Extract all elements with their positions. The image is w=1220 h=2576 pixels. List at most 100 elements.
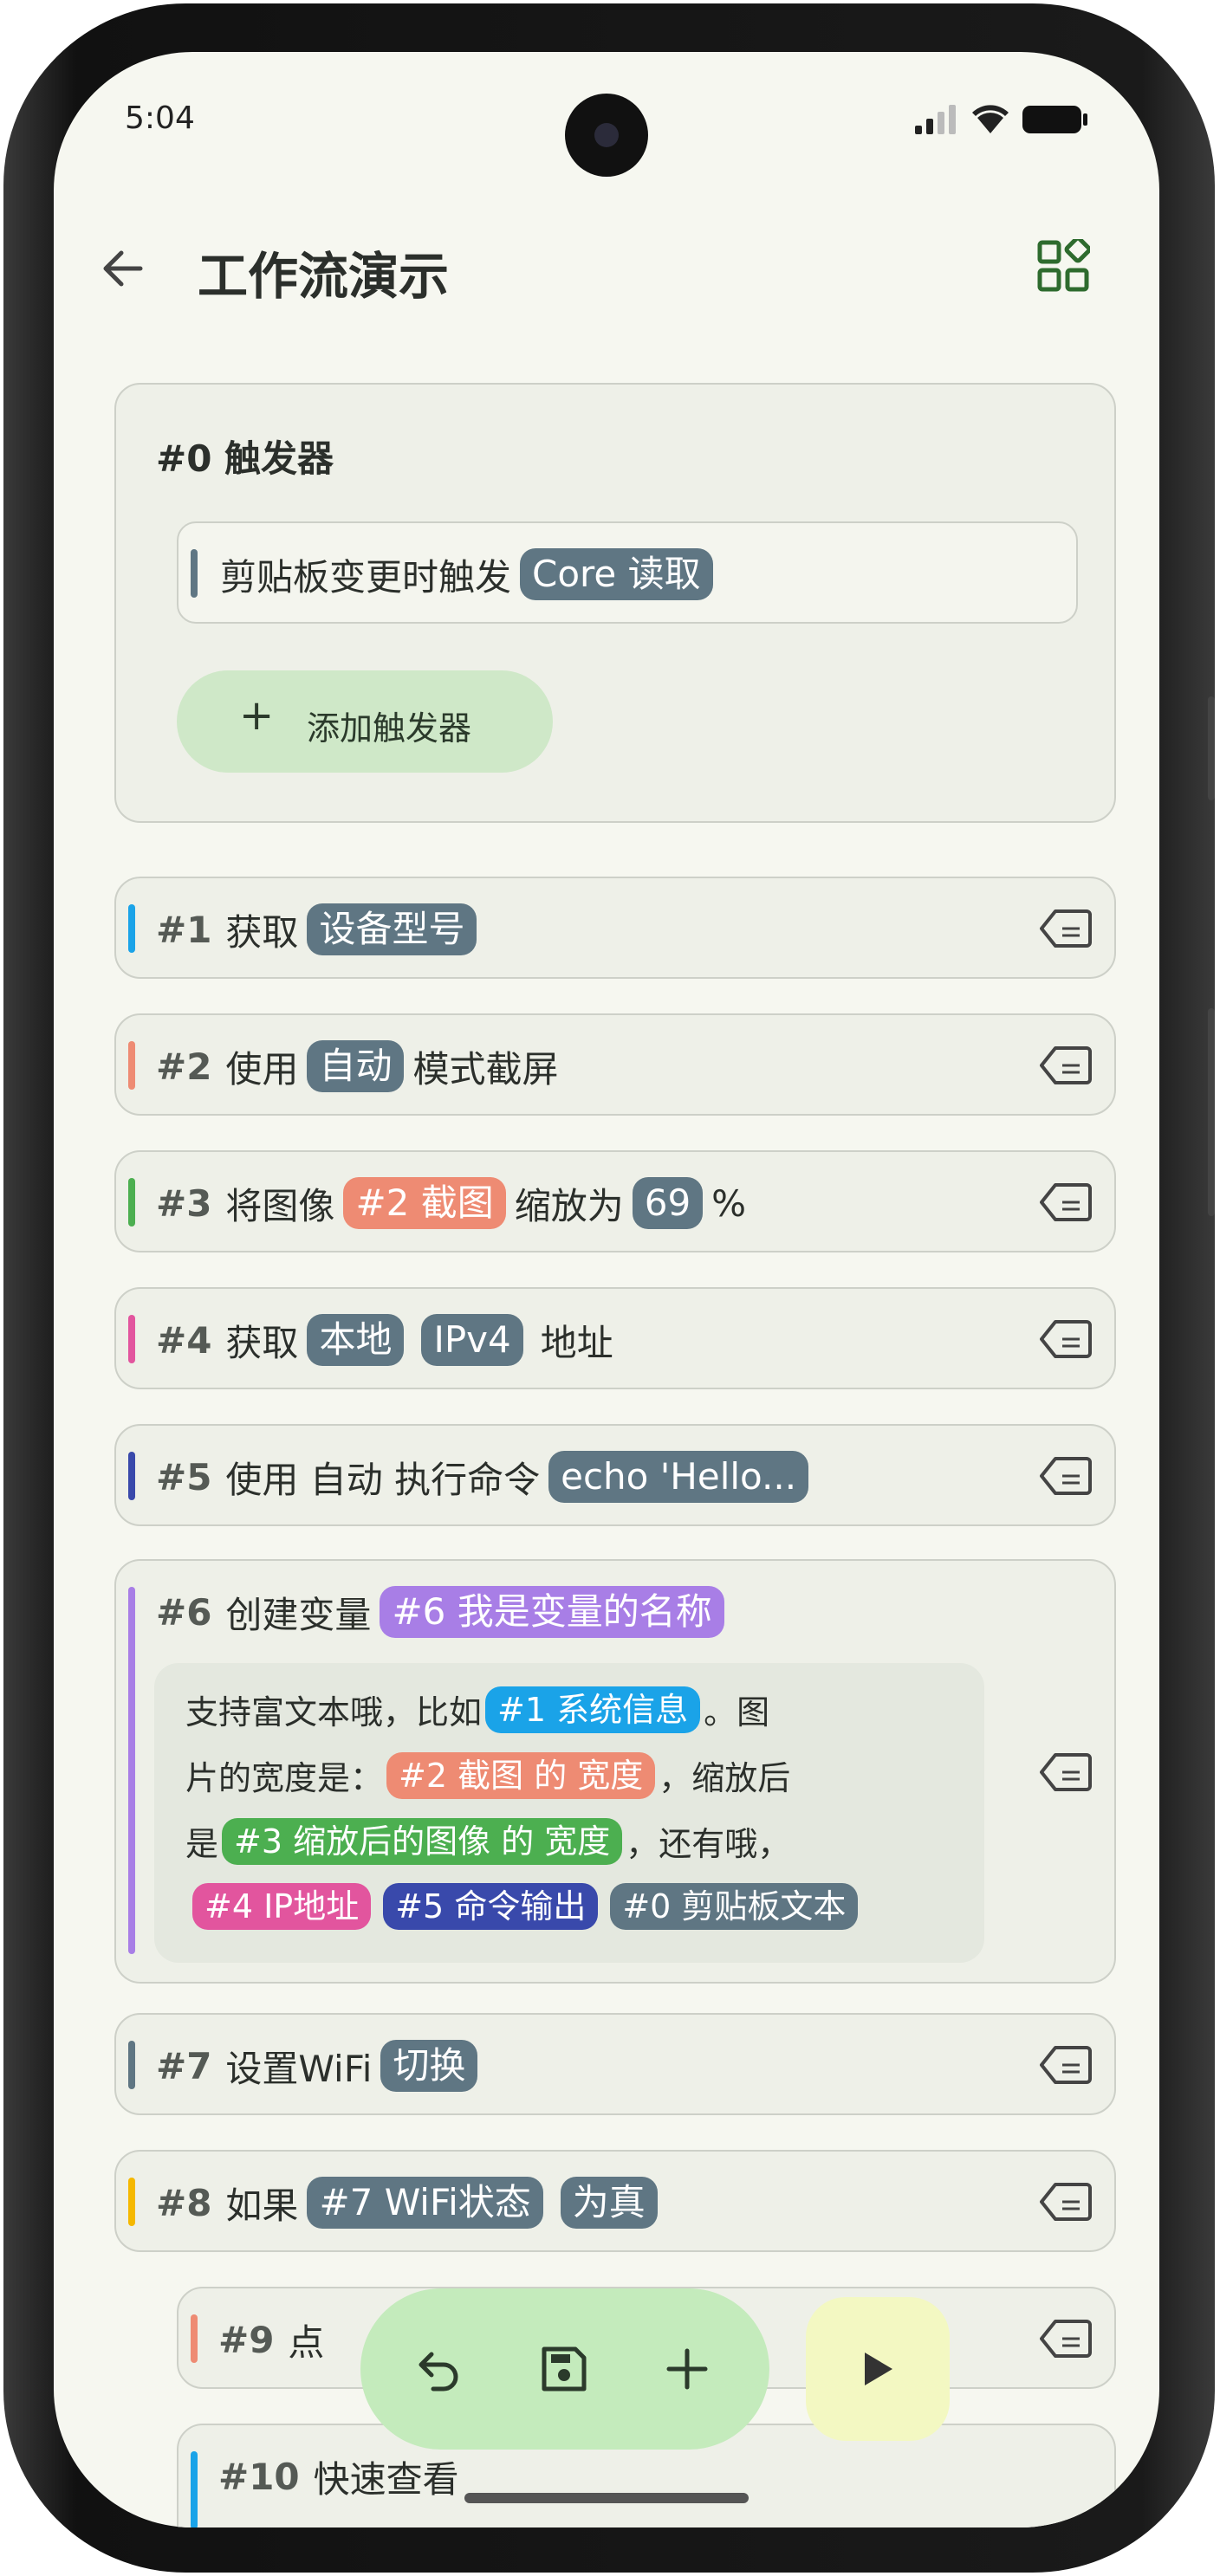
status-time: 5:04 [125, 100, 195, 136]
delete-backspace-icon[interactable] [1040, 1318, 1092, 1360]
step-8[interactable]: #8 如果 #7 WiFi状态 为真 [114, 2150, 1116, 2252]
trigger-header: #0 触发器 [156, 437, 334, 480]
rich-text: 是 [185, 1825, 219, 1863]
rich-chip[interactable]: #0 剪贴板文本 [610, 1883, 859, 1930]
step-color-bar [128, 2041, 135, 2089]
delete-backspace-icon[interactable] [1040, 2181, 1092, 2223]
step-color-bar [191, 2314, 198, 2363]
step-text: 获取 [225, 1321, 299, 1364]
step-number: #3 [156, 1181, 212, 1225]
step-4[interactable]: #4 获取 本地 IPv4 地址 [114, 1287, 1116, 1389]
step-chip[interactable]: #2 截图 [343, 1177, 506, 1229]
step-text: 快速查看 [313, 2457, 459, 2501]
play-icon [865, 2353, 892, 2385]
step-chip[interactable]: 切换 [380, 2040, 478, 2092]
step-color-bar [128, 904, 135, 953]
step-number: #1 [156, 908, 212, 951]
step-2[interactable]: #2 使用 自动 模式截屏 [114, 1013, 1116, 1116]
add-trigger-button[interactable]: + 添加触发器 [177, 670, 553, 773]
rich-text: 片的宽度是： [185, 1759, 384, 1797]
variable-name-chip[interactable]: #6 我是变量的名称 [380, 1586, 724, 1638]
rich-text: 。图 [704, 1693, 770, 1731]
delete-backspace-icon[interactable] [1040, 2044, 1092, 2086]
app-bar: 工作流演示 [54, 217, 1159, 320]
delete-backspace-icon[interactable] [1040, 1181, 1092, 1223]
rich-chip[interactable]: #3 缩放后的图像 的 宽度 [222, 1817, 623, 1865]
step-6[interactable]: #6 创建变量 #6 我是变量的名称 支持富文本哦，比如 #1 系统信息 。图 … [114, 1559, 1116, 1984]
run-button[interactable] [806, 2297, 950, 2441]
plus-icon: + [239, 691, 275, 740]
volume-button [1208, 696, 1215, 800]
wifi-icon [972, 105, 1009, 133]
step-text: 模式截屏 [412, 1047, 559, 1091]
add-trigger-label: 添加触发器 [307, 709, 472, 748]
step-chip[interactable]: #7 WiFi状态 [307, 2177, 543, 2229]
signal-icon [915, 105, 956, 134]
status-icons [915, 104, 1088, 135]
step-text: 如果 [225, 2184, 299, 2227]
action-toolbar [360, 2288, 769, 2450]
step-number: #7 [156, 2044, 212, 2087]
step-text: 使用 自动 执行命令 [225, 1458, 541, 1501]
widgets-icon[interactable] [1036, 239, 1090, 293]
step-number: #6 [156, 1590, 212, 1634]
power-button [1208, 1008, 1215, 1216]
step-chip[interactable]: 69 [632, 1177, 704, 1229]
delete-backspace-icon[interactable] [1040, 1751, 1092, 1793]
step-color-bar [128, 1452, 135, 1500]
step-color-bar [128, 1587, 135, 1954]
delete-backspace-icon[interactable] [1040, 908, 1092, 949]
step-number: #5 [156, 1455, 212, 1498]
step-chip[interactable]: 设备型号 [307, 903, 477, 955]
battery-icon [1022, 106, 1087, 133]
rich-chip[interactable]: #4 IP地址 [192, 1883, 372, 1930]
step-color-bar [191, 2451, 198, 2527]
status-bar: 5:04 [54, 52, 1159, 182]
step-7[interactable]: #7 设置WiFi 切换 [114, 2013, 1116, 2115]
delete-backspace-icon[interactable] [1040, 1455, 1092, 1497]
screen: 5:04 工作流演示 #0 触发器 剪贴板变更时触发 Core 读取 + 添加触… [54, 52, 1159, 2527]
rich-chip[interactable]: #2 截图 的 宽度 [386, 1751, 656, 1799]
delete-backspace-icon[interactable] [1040, 2318, 1092, 2359]
delete-backspace-icon[interactable] [1040, 1045, 1092, 1086]
step-chip[interactable]: IPv4 [421, 1314, 523, 1366]
rich-text: ，缩放后 [659, 1759, 791, 1797]
step-chip[interactable]: 本地 [307, 1314, 405, 1366]
step-color-bar [128, 1315, 135, 1363]
step-5[interactable]: #5 使用 自动 执行命令 echo 'Hello... [114, 1424, 1116, 1526]
step-number: #9 [218, 2318, 275, 2361]
back-arrow-icon[interactable] [97, 243, 149, 294]
step-chip[interactable]: 自动 [307, 1040, 405, 1092]
step-number: #2 [156, 1045, 212, 1088]
step-chip[interactable]: 为真 [560, 2177, 658, 2229]
step-text: 地址 [540, 1321, 613, 1364]
front-camera [565, 94, 648, 177]
step-text: 创建变量 [225, 1593, 372, 1636]
trigger-item-chip[interactable]: Core 读取 [520, 548, 713, 600]
trigger-item[interactable]: 剪贴板变更时触发 Core 读取 [177, 521, 1078, 624]
step-number: #10 [218, 2455, 300, 2498]
step-number: #8 [156, 2181, 212, 2224]
page-title: 工作流演示 [198, 247, 450, 306]
trigger-item-text: 剪贴板变更时触发 [220, 555, 512, 599]
step-3[interactable]: #3 将图像 #2 截图 缩放为 69 % [114, 1150, 1116, 1252]
save-icon[interactable] [537, 2342, 591, 2396]
step-text: 缩放为 [514, 1184, 624, 1227]
rich-text: ，还有哦， [626, 1825, 791, 1863]
rich-text-box[interactable]: 支持富文本哦，比如 #1 系统信息 。图 片的宽度是： #2 截图 的 宽度 ，… [154, 1663, 984, 1963]
home-indicator[interactable] [464, 2493, 749, 2503]
rich-text: 支持富文本哦，比如 [185, 1693, 483, 1731]
step-color-bar [128, 1041, 135, 1090]
step-text: 使用 [225, 1047, 299, 1091]
rich-chip[interactable]: #1 系统信息 [485, 1686, 701, 1733]
trigger-card: #0 触发器 剪贴板变更时触发 Core 读取 + 添加触发器 [114, 383, 1116, 823]
step-1[interactable]: #1 获取 设备型号 [114, 877, 1116, 979]
rich-chip[interactable]: #5 命令输出 [383, 1883, 599, 1930]
step-text: % [711, 1181, 747, 1225]
step-color-bar [128, 1178, 135, 1227]
add-icon[interactable] [660, 2342, 714, 2396]
step-color-bar [191, 549, 198, 598]
step-number: #4 [156, 1318, 212, 1362]
undo-icon[interactable] [412, 2342, 466, 2396]
step-chip[interactable]: echo 'Hello... [548, 1451, 809, 1503]
